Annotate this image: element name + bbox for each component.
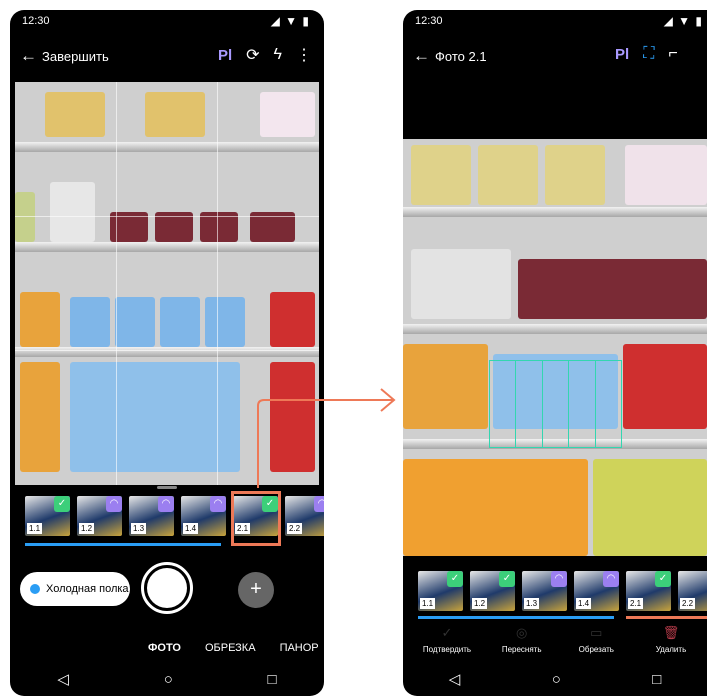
- check-badge-icon: ✓: [655, 571, 671, 587]
- photo-thumbnail[interactable]: ◠ 1.4: [574, 571, 619, 611]
- check-icon: ✓: [441, 625, 453, 640]
- mode-tab[interactable]: ОБРЕЗКА: [205, 642, 256, 654]
- retake-label: Переснять: [501, 645, 542, 654]
- toolbar-icons: Pl ⛶ ⌐: [615, 45, 678, 63]
- thumbnail-label: 1.4: [183, 523, 199, 534]
- photo-thumbnail[interactable]: ✓ 2.1: [626, 571, 671, 611]
- toolbar-icons: Pl ⟳ ϟ ⋮: [218, 45, 312, 65]
- crop-icon: ▭: [590, 625, 603, 640]
- system-nav-bar: ◁ ○ □: [403, 662, 707, 696]
- confirm-label: Подтвердить: [422, 645, 472, 654]
- pl-logo[interactable]: Pl: [218, 47, 232, 64]
- flash-auto-icon[interactable]: ϟ: [274, 46, 282, 64]
- shutter-button[interactable]: [141, 562, 193, 614]
- pending-badge-icon: ◠: [158, 496, 174, 512]
- thumbnail-label: 1.2: [79, 523, 95, 534]
- nav-home-icon[interactable]: ○: [552, 671, 561, 688]
- crop-icon[interactable]: ⌐: [668, 45, 677, 63]
- photo-thumbnail[interactable]: ◠ 1.3: [129, 496, 174, 536]
- photo-thumbnail[interactable]: ◠ 1.2: [77, 496, 122, 536]
- thumbnail-label: 1.4: [576, 598, 592, 609]
- nav-back-icon[interactable]: ◁: [57, 670, 69, 688]
- system-nav-bar: ◁ ○ □: [10, 662, 324, 696]
- system-icons: ◢ ▼ ▮: [663, 14, 703, 28]
- selected-thumbnail-frame: [231, 491, 281, 546]
- pl-logo[interactable]: Pl: [615, 46, 629, 63]
- group-underline: [418, 616, 614, 619]
- camera-toolbar: ← Завершить Pl ⟳ ϟ ⋮: [10, 40, 324, 74]
- photo-title: Фото 2.1: [435, 49, 487, 64]
- shelf-photo: [403, 139, 707, 556]
- drag-handle[interactable]: [157, 486, 177, 489]
- thumbnail-label: 1.3: [131, 523, 147, 534]
- check-badge-icon: ✓: [447, 571, 463, 587]
- nav-home-icon[interactable]: ○: [164, 671, 173, 688]
- photo-thumbnail[interactable]: ◠ 1.3: [522, 571, 567, 611]
- delete-label: Удалить: [655, 645, 687, 654]
- photo-thumbnail[interactable]: ✓ 1.1: [418, 571, 463, 611]
- photo-thumbnail[interactable]: ◠ 2.2: [285, 496, 324, 536]
- trash-icon: 🗑: [662, 625, 680, 640]
- pending-badge-icon: ◠: [314, 496, 324, 512]
- camera-screen: 12:30 ◢ ▼ ▮ ← Завершить Pl ⟳ ϟ ⋮ ✓ 1.1 ◠…: [10, 10, 324, 696]
- thumbnail-label: 2.2: [287, 523, 303, 534]
- focus-frame-icon[interactable]: ⛶: [643, 45, 654, 63]
- more-menu-icon[interactable]: ⋮: [296, 45, 312, 65]
- pending-badge-icon: ◠: [603, 571, 619, 587]
- mode-tab[interactable]: ФОТО: [148, 642, 181, 654]
- photo-thumbnail[interactable]: ◠2.2: [678, 571, 707, 611]
- thumbnail-label: 2.2: [680, 598, 696, 609]
- mode-tab[interactable]: ПАНОР: [280, 642, 319, 654]
- group-underline: [25, 543, 221, 546]
- thumbnail-label: 2.1: [628, 598, 644, 609]
- action-bar: ✓ Подтвердить ◎ Переснять ▭ Обрезать 🗑 У…: [417, 625, 707, 654]
- status-time: 12:30: [415, 15, 443, 27]
- status-bar: 12:30 ◢ ▼ ▮: [10, 10, 324, 34]
- add-button[interactable]: +: [238, 572, 274, 608]
- back-arrow-icon[interactable]: ←: [413, 46, 430, 66]
- photo-thumbnail[interactable]: ◠ 1.4: [181, 496, 226, 536]
- system-icons: ◢ ▼ ▮: [270, 14, 310, 28]
- camera-switch-icon[interactable]: ⟳: [246, 45, 259, 65]
- thumbnail-label: 1.2: [472, 598, 488, 609]
- thumbnail-label: 1.1: [420, 598, 436, 609]
- pending-badge-icon: ◠: [210, 496, 226, 512]
- crop-button[interactable]: ▭ Обрезать: [566, 625, 626, 654]
- category-dot: [30, 584, 40, 594]
- photo-thumbnail[interactable]: ✓ 1.2: [470, 571, 515, 611]
- category-chip[interactable]: Холодная полка: [20, 572, 130, 606]
- thumbnail-label: 1.1: [27, 523, 43, 534]
- delete-button[interactable]: 🗑 Удалить: [641, 625, 701, 654]
- status-bar: 12:30 ◢ ▼ ▮: [403, 10, 707, 34]
- category-chip-label: Холодная полка: [46, 583, 129, 595]
- check-badge-icon: ✓: [54, 496, 70, 512]
- nav-back-icon[interactable]: ◁: [449, 670, 461, 688]
- pending-badge-icon: ◠: [106, 496, 122, 512]
- photo-review-screen: 12:30 ◢ ▼ ▮ ← Фото 2.1 Pl ⛶ ⌐ ✓ 1.1 ✓ 1.…: [403, 10, 707, 696]
- thumbnail-label: 1.3: [524, 598, 540, 609]
- pending-badge-icon: ◠: [551, 571, 567, 587]
- photo-thumbnail[interactable]: ✓ 1.1: [25, 496, 70, 536]
- status-time: 12:30: [22, 15, 50, 27]
- crop-label: Обрезать: [578, 645, 614, 654]
- finish-label[interactable]: Завершить: [42, 49, 109, 64]
- photo-thumbnail-strip: ✓ 1.1 ✓ 1.2 ◠ 1.3 ◠ 1.4 ✓ 2.1 ◠2.2: [418, 571, 707, 611]
- detection-box: [489, 360, 622, 448]
- nav-recents-icon[interactable]: □: [268, 671, 277, 688]
- camera-mode-tabs: ФОТО ОБРЕЗКА ПАНОР: [148, 642, 319, 654]
- retake-button[interactable]: ◎ Переснять: [492, 625, 552, 654]
- retake-icon: ◎: [515, 625, 528, 640]
- check-badge-icon: ✓: [499, 571, 515, 587]
- confirm-button[interactable]: ✓ Подтвердить: [417, 625, 477, 654]
- selected-group-underline: [626, 616, 707, 619]
- nav-recents-icon[interactable]: □: [652, 671, 661, 688]
- back-arrow-icon[interactable]: ←: [20, 46, 37, 66]
- flow-arrow: [257, 388, 396, 488]
- review-toolbar: ← Фото 2.1 Pl ⛶ ⌐: [403, 40, 707, 74]
